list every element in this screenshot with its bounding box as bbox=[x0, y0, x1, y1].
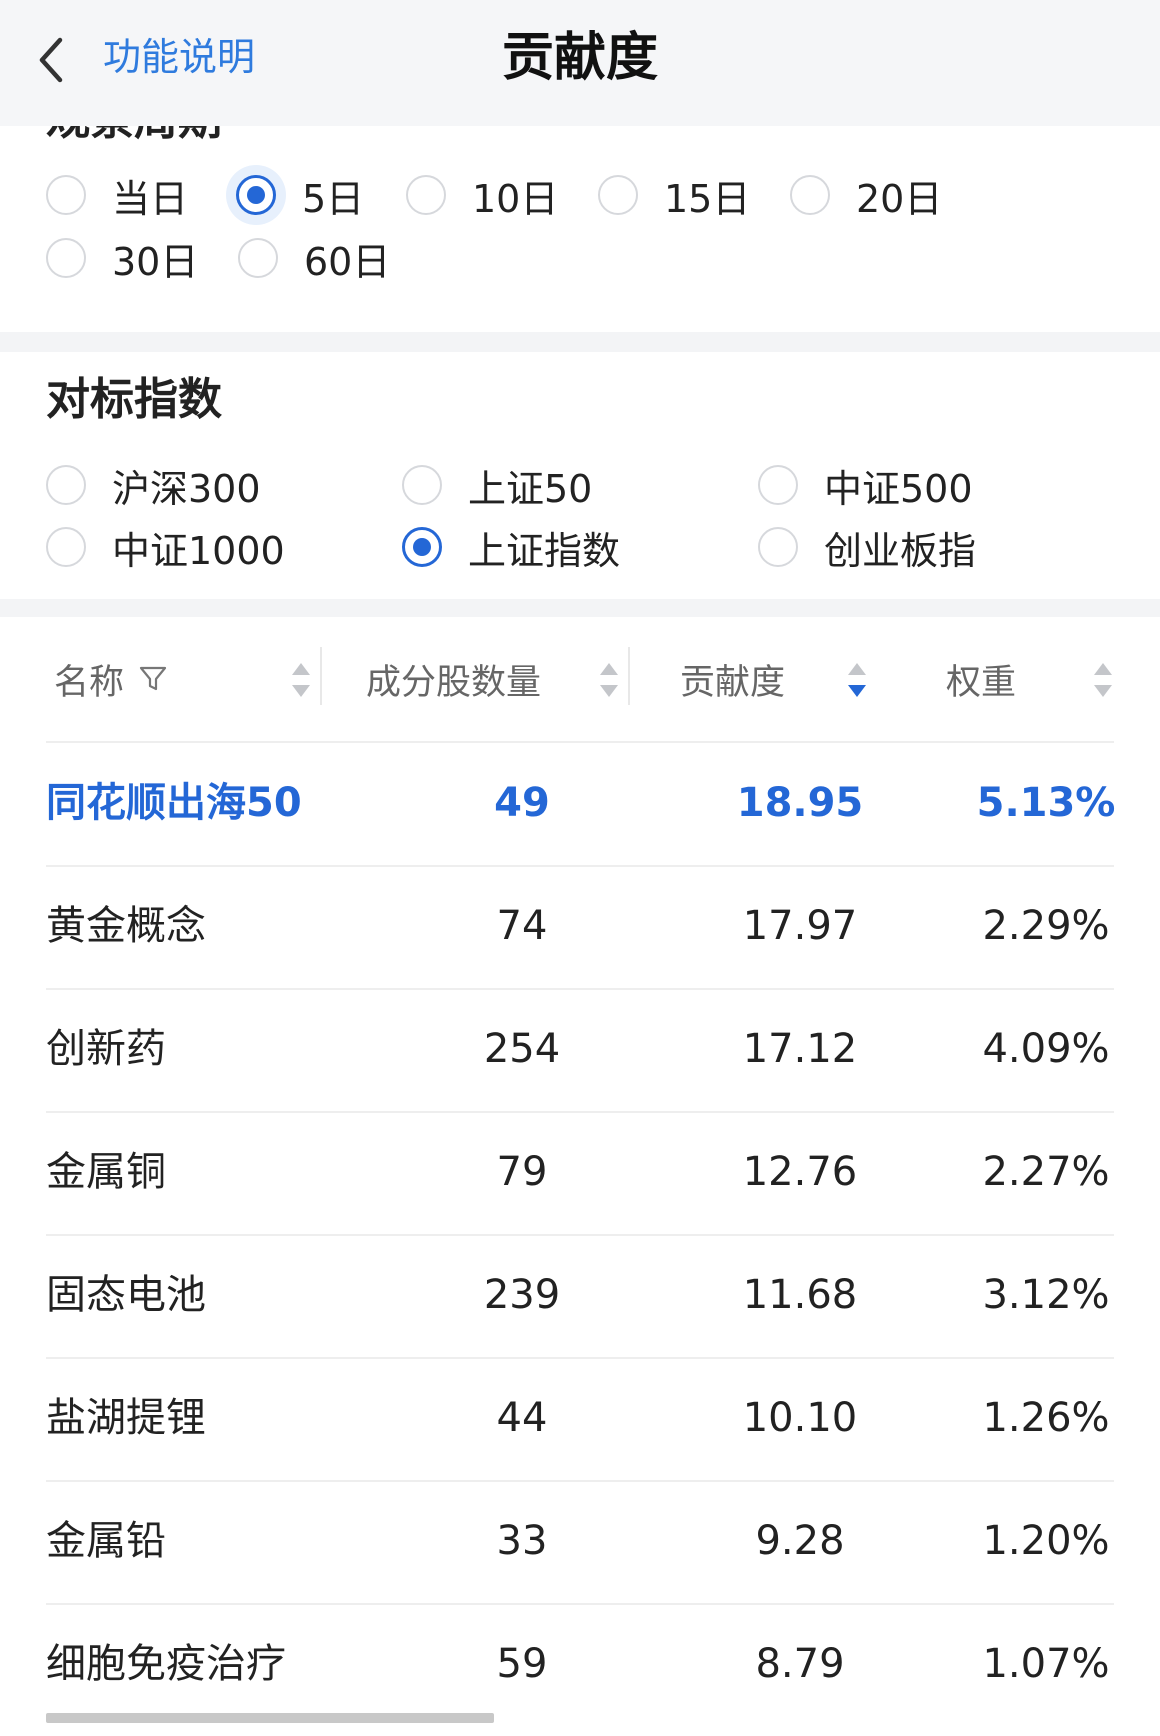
index-option-3[interactable]: 中证1000 bbox=[46, 520, 285, 574]
index-option-0[interactable]: 沪深300 bbox=[46, 458, 261, 512]
table-row[interactable]: 黄金概念 74 17.97 2.29% bbox=[46, 865, 1114, 990]
index-option-1[interactable]: 上证50 bbox=[402, 458, 592, 512]
section-divider bbox=[0, 332, 1160, 352]
cell-name: 盐湖提锂 bbox=[46, 1395, 206, 1441]
cell-weight: 4.09% bbox=[982, 1026, 1110, 1072]
radio-icon bbox=[238, 238, 278, 278]
period-option-1[interactable]: 5日 bbox=[236, 168, 364, 222]
radio-icon bbox=[46, 238, 86, 278]
cell-count: 74 bbox=[496, 903, 548, 949]
cell-name: 黄金概念 bbox=[46, 903, 206, 949]
sort-icon[interactable] bbox=[1092, 661, 1114, 699]
table-header: 名称 成分股数量 贡献度 权重 bbox=[46, 617, 1114, 743]
cell-count: 49 bbox=[494, 780, 550, 826]
cell-count: 79 bbox=[496, 1149, 548, 1195]
sort-desc-active-icon[interactable] bbox=[846, 661, 868, 699]
cell-weight: 2.29% bbox=[982, 903, 1110, 949]
cell-weight: 3.12% bbox=[982, 1272, 1110, 1318]
index-section-title: 对标指数 bbox=[46, 374, 222, 425]
table-row[interactable]: 细胞免疫治疗 59 8.79 1.07% bbox=[46, 1603, 1114, 1726]
cell-count: 59 bbox=[496, 1641, 548, 1687]
cell-name: 创新药 bbox=[46, 1026, 166, 1072]
radio-icon bbox=[46, 465, 86, 505]
period-option-0[interactable]: 当日 bbox=[46, 168, 188, 222]
period-option-2[interactable]: 10日 bbox=[406, 168, 558, 222]
sort-icon[interactable] bbox=[290, 661, 312, 699]
radio-selected-icon bbox=[402, 527, 442, 567]
index-option-2[interactable]: 中证500 bbox=[758, 458, 973, 512]
index-option-4[interactable]: 上证指数 bbox=[402, 520, 620, 574]
radio-icon bbox=[758, 527, 798, 567]
section-divider bbox=[0, 599, 1160, 617]
cell-name: 金属铅 bbox=[46, 1518, 166, 1564]
cell-name: 金属铜 bbox=[46, 1149, 166, 1195]
cell-weight: 1.20% bbox=[982, 1518, 1110, 1564]
table-row[interactable]: 金属铅 33 9.28 1.20% bbox=[46, 1480, 1114, 1605]
cell-weight: 2.27% bbox=[982, 1149, 1110, 1195]
horizontal-scrollbar[interactable] bbox=[46, 1713, 494, 1723]
period-section: 观察周期 当日 5日 10日 15日 20日 30日 60日 bbox=[0, 126, 1160, 332]
header-weight[interactable]: 权重 bbox=[946, 617, 1016, 741]
period-option-3[interactable]: 15日 bbox=[598, 168, 750, 222]
cell-name: 细胞免疫治疗 bbox=[46, 1641, 286, 1687]
table-row[interactable]: 金属铜 79 12.76 2.27% bbox=[46, 1111, 1114, 1236]
cell-count: 254 bbox=[483, 1026, 561, 1072]
column-divider bbox=[628, 647, 630, 705]
cell-count: 33 bbox=[496, 1518, 548, 1564]
cell-name: 同花顺出海50 bbox=[46, 780, 302, 826]
radio-icon bbox=[758, 465, 798, 505]
radio-icon bbox=[46, 175, 86, 215]
cell-weight: 1.26% bbox=[982, 1395, 1110, 1441]
radio-icon bbox=[46, 527, 86, 567]
cell-count: 239 bbox=[483, 1272, 561, 1318]
radio-selected-icon bbox=[236, 175, 276, 215]
radio-icon bbox=[598, 175, 638, 215]
period-option-4[interactable]: 20日 bbox=[790, 168, 942, 222]
cell-weight: 5.13% bbox=[976, 780, 1116, 826]
index-option-5[interactable]: 创业板指 bbox=[758, 520, 976, 574]
cell-name: 固态电池 bbox=[46, 1272, 206, 1318]
header-contribution[interactable]: 贡献度 bbox=[680, 617, 785, 741]
period-option-5[interactable]: 30日 bbox=[46, 231, 198, 285]
header-count[interactable]: 成分股数量 bbox=[366, 617, 541, 741]
radio-icon bbox=[406, 175, 446, 215]
top-bar: 功能说明 贡献度 bbox=[0, 0, 1160, 126]
radio-icon bbox=[790, 175, 830, 215]
header-name[interactable]: 名称 bbox=[54, 617, 168, 741]
period-section-title: 观察周期 bbox=[46, 126, 222, 150]
index-section: 对标指数 沪深300 上证50 中证500 中证1000 上证指数 创业板指 bbox=[0, 352, 1160, 599]
radio-icon bbox=[402, 465, 442, 505]
table-row[interactable]: 盐湖提锂 44 10.10 1.26% bbox=[46, 1357, 1114, 1482]
filter-icon[interactable] bbox=[138, 664, 168, 694]
table-row[interactable]: 固态电池 239 11.68 3.12% bbox=[46, 1234, 1114, 1359]
contribution-table: 名称 成分股数量 贡献度 权重 同花顺出海50 49 18.95 5.13% 黄… bbox=[0, 617, 1160, 1736]
cell-weight: 1.07% bbox=[982, 1641, 1110, 1687]
cell-count: 44 bbox=[496, 1395, 548, 1441]
table-row[interactable]: 同花顺出海50 49 18.95 5.13% bbox=[46, 742, 1115, 867]
sort-icon[interactable] bbox=[598, 661, 620, 699]
column-divider bbox=[320, 647, 322, 705]
period-option-6[interactable]: 60日 bbox=[238, 231, 390, 285]
page-title: 贡献度 bbox=[501, 28, 658, 88]
table-row[interactable]: 创新药 254 17.12 4.09% bbox=[46, 988, 1114, 1113]
